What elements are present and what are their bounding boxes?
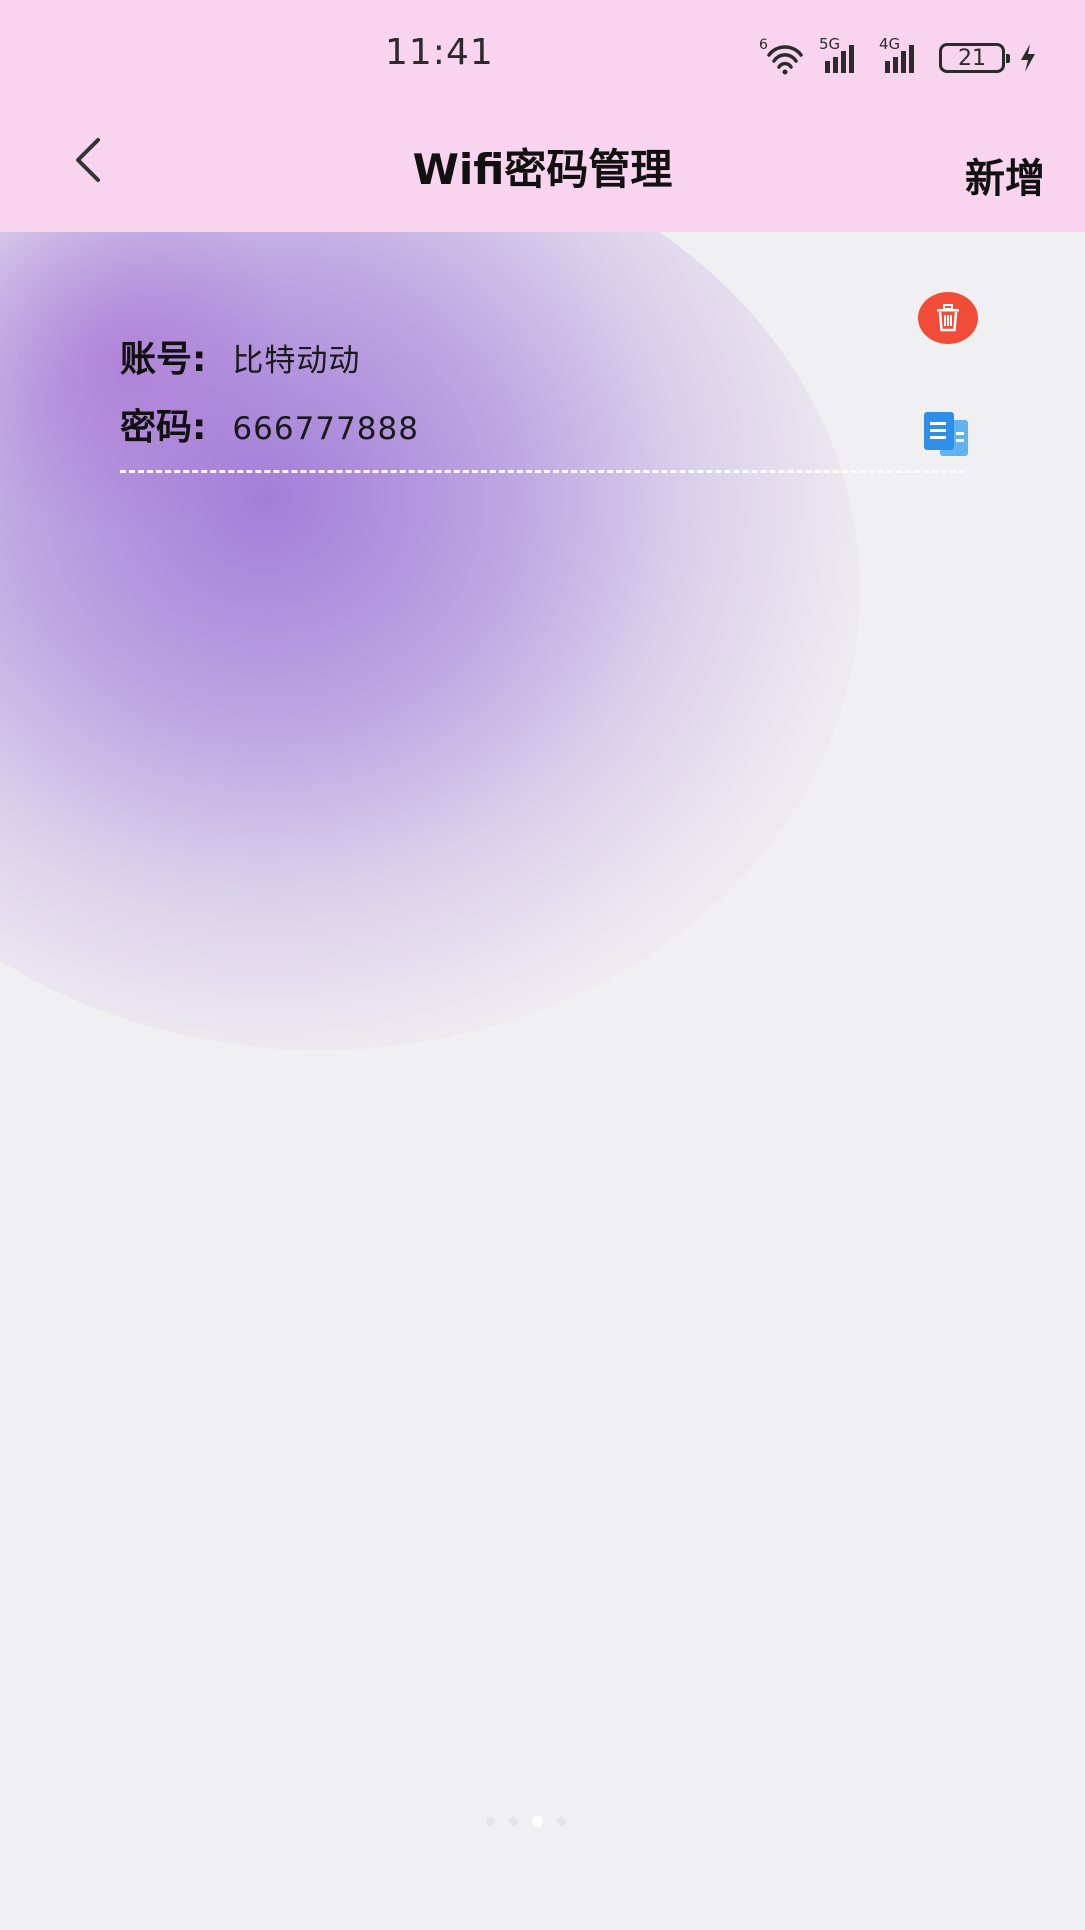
entry-divider (120, 470, 965, 473)
copy-button[interactable] (920, 410, 972, 458)
charging-icon (1019, 43, 1037, 73)
page-dot-active (532, 1816, 543, 1827)
wifi-entry: 账号: 比特动动 密码: 666777888 (0, 232, 1085, 492)
delete-button[interactable] (918, 292, 978, 344)
signal-5g-label: 5G (819, 35, 841, 53)
signal-4g-icon: 4G (879, 35, 925, 75)
status-time: 11:41 (385, 32, 494, 73)
account-label: 账号: (120, 339, 207, 380)
status-bar: 11:41 6 5G 4G 21 (0, 0, 1085, 110)
trash-icon (937, 304, 959, 332)
password-label: 密码: (120, 407, 207, 448)
status-icons: 6 5G 4G 21 (759, 35, 1037, 78)
password-row: 密码: 666777888 (120, 398, 419, 450)
account-row: 账号: 比特动动 (120, 330, 360, 382)
screen: 11:41 6 5G 4G 21 Wifi密码管理 新增 账号: 比特动动 密码… (0, 0, 1085, 1930)
page-title: Wifi密码管理 (412, 145, 673, 194)
add-button[interactable]: 新增 (965, 146, 1045, 204)
copy-icon (924, 412, 968, 456)
page-dot (509, 1817, 518, 1826)
page-indicator (486, 1816, 566, 1827)
page-dot (557, 1817, 566, 1826)
header: 11:41 6 5G 4G 21 Wifi密码管理 新增 (0, 0, 1085, 232)
battery-icon: 21 (939, 43, 1010, 73)
signal-5g-icon: 5G (819, 35, 865, 75)
account-value: 比特动动 (232, 343, 361, 379)
wifi-label: 6 (759, 37, 768, 53)
page-dot (486, 1817, 495, 1826)
battery-level: 21 (958, 45, 986, 71)
wifi-icon: 6 (759, 37, 805, 75)
signal-4g-label: 4G (879, 35, 901, 53)
password-value: 666777888 (232, 411, 419, 447)
